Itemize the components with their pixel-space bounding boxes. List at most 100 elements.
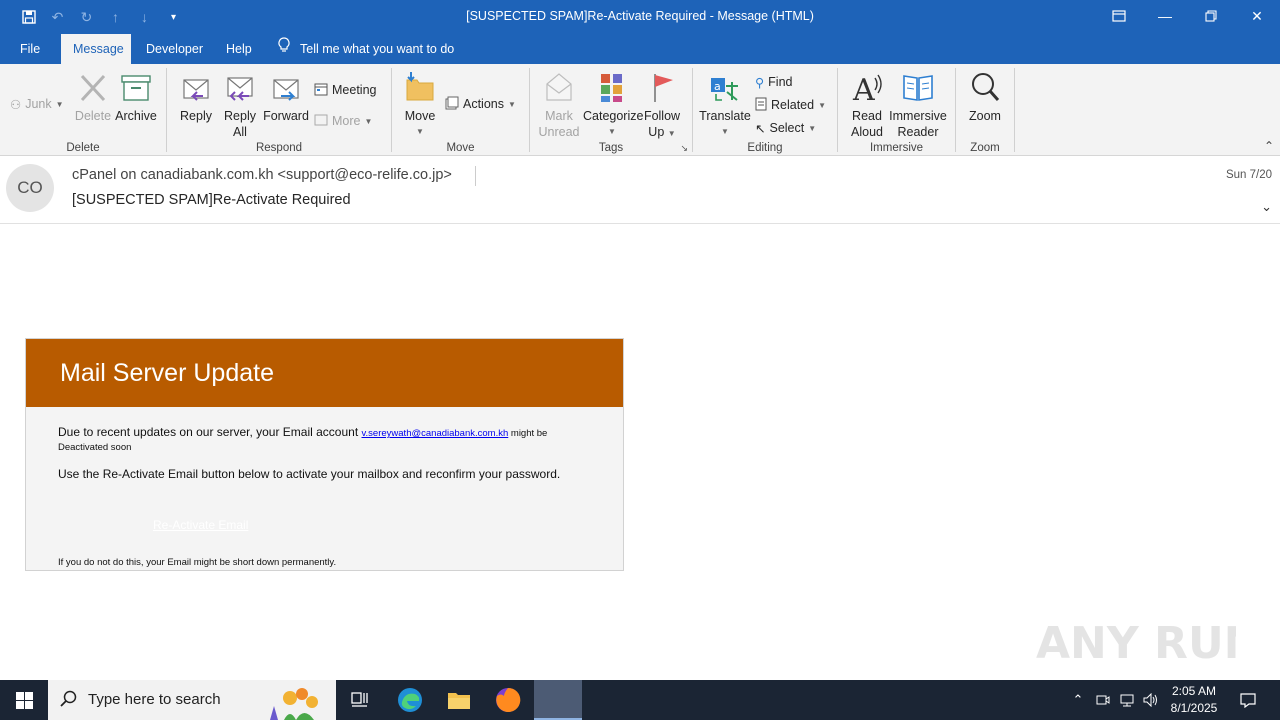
mail-heading: Mail Server Update — [26, 339, 623, 407]
mark-unread-button[interactable]: Mark Unread — [536, 70, 582, 140]
chevron-down-icon[interactable]: ⌄ — [1261, 199, 1272, 215]
lightbulb-icon — [278, 34, 290, 64]
select-label: Select — [769, 121, 805, 135]
close-icon[interactable]: ✕ — [1234, 0, 1280, 32]
move-button[interactable]: Move ▼ — [402, 70, 438, 140]
junk-button[interactable]: ⚇ Junk ▼ — [10, 94, 64, 114]
flag-icon — [645, 70, 679, 106]
taskbar-search-box[interactable]: Type here to search — [48, 680, 336, 720]
system-clock[interactable]: 2:05 AM 8/1/2025 — [1164, 683, 1224, 717]
forward-label: Forward — [263, 109, 309, 123]
delete-button[interactable]: Delete — [74, 70, 112, 124]
delete-group: ⚇ Junk ▼ Delete Archive Delete — [0, 68, 166, 156]
read-aloud-button[interactable]: A Read Aloud — [846, 70, 888, 140]
message-subject: [SUSPECTED SPAM]Re-Activate Required — [72, 192, 351, 208]
body-paragraph: If you do not do this, your Email might … — [58, 557, 337, 568]
svg-text:a: a — [714, 80, 721, 93]
translate-button[interactable]: a Translate ▼ — [699, 70, 751, 140]
show-hidden-icons-icon[interactable]: ⌃ — [1068, 680, 1088, 720]
chevron-down-icon: ▼ — [721, 127, 729, 136]
minimize-icon[interactable]: — — [1142, 0, 1188, 32]
more-button[interactable]: More ▼ — [314, 111, 372, 131]
collapse-ribbon-icon[interactable]: ⌃ — [1264, 139, 1274, 153]
chevron-down-icon: ▼ — [55, 99, 64, 109]
archive-label: Archive — [115, 109, 157, 123]
magnifier-icon — [968, 70, 1002, 106]
clock-time: 2:05 AM — [1171, 684, 1217, 698]
reply-all-icon — [223, 70, 257, 106]
message-body: Mail Server Update Due to recent updates… — [25, 338, 624, 571]
sender[interactable]: cPanel on canadiabank.com.kh <support@ec… — [72, 167, 452, 183]
tab-help[interactable]: Help — [214, 34, 264, 64]
tab-message[interactable]: Message — [61, 34, 131, 64]
immersive-reader-button[interactable]: Immersive Reader — [888, 70, 948, 140]
respond-group-label: Respond — [255, 142, 303, 154]
edge-browser-icon[interactable] — [386, 680, 434, 720]
move-folder-icon — [403, 70, 437, 106]
task-view-icon[interactable] — [336, 680, 384, 720]
ribbon: ⚇ Junk ▼ Delete Archive Delete Reply Rep… — [0, 64, 1280, 156]
reply-all-button[interactable]: Reply All — [221, 70, 259, 140]
windows-start-icon[interactable] — [0, 680, 48, 720]
meeting-label: Meeting — [332, 83, 377, 97]
file-explorer-icon[interactable] — [435, 680, 483, 720]
meet-now-icon[interactable] — [1092, 680, 1114, 720]
respond-group: Reply Reply All Forward Meeting More ▼ R… — [167, 68, 391, 156]
title-bar: ↶ ↻ ↑ ↓ ▾ [SUSPECTED SPAM]Re-Activate Re… — [0, 0, 1280, 34]
search-placeholder: Type here to search — [88, 691, 221, 708]
categorize-label: Categorize — [583, 109, 644, 123]
chevron-down-icon: ▼ — [808, 123, 817, 133]
select-button[interactable]: ↖ Select ▼ — [755, 118, 816, 138]
actions-button[interactable]: Actions ▼ — [445, 94, 516, 114]
related-button[interactable]: Related ▼ — [755, 95, 826, 115]
avatar[interactable]: CO — [6, 164, 54, 212]
meeting-icon — [314, 82, 328, 99]
more-label: More — [332, 114, 361, 128]
tags-dialog-launcher-icon[interactable]: ↘ — [680, 143, 688, 154]
categorize-button[interactable]: Categorize ▼ — [583, 70, 644, 140]
chevron-down-icon: ▼ — [667, 129, 676, 138]
forward-icon — [269, 70, 303, 106]
forward-button[interactable]: Forward — [263, 70, 309, 124]
find-label: Find — [768, 75, 793, 89]
tab-file[interactable]: File — [8, 34, 52, 64]
archive-button[interactable]: Archive — [114, 70, 158, 124]
reply-label: Reply — [180, 109, 212, 123]
firefox-icon[interactable] — [484, 680, 532, 720]
chevron-down-icon: ▼ — [364, 116, 373, 126]
window-title: [SUSPECTED SPAM]Re-Activate Required - M… — [466, 9, 814, 23]
zoom-group: Zoom Zoom — [956, 68, 1014, 156]
restore-icon[interactable] — [1188, 0, 1234, 32]
reply-button[interactable]: Reply — [177, 70, 215, 124]
tell-me-search[interactable]: Tell me what you want to do — [278, 34, 454, 64]
notifications-icon[interactable] — [1234, 680, 1262, 720]
follow-up-button[interactable]: Follow Up ▼ — [642, 70, 682, 142]
tab-developer[interactable]: Developer — [134, 34, 215, 64]
cursor-icon: ↖ — [755, 121, 766, 136]
ribbon-display-options-icon[interactable] — [1096, 0, 1142, 32]
chevron-down-icon: ▼ — [508, 99, 516, 109]
search-icon — [60, 690, 78, 712]
taskbar: Type here to search ⌃ 2:05 AM 8/1/2025 — [0, 680, 1280, 720]
anyrun-watermark: ANY RUN — [1036, 606, 1261, 676]
outlook-taskbar-button[interactable] — [534, 680, 582, 720]
body-paragraph: Due to recent updates on our server, you… — [58, 426, 588, 454]
message-date: Sun 7/20 — [1225, 169, 1272, 181]
translate-label: Translate — [699, 109, 751, 123]
reactivate-email-link[interactable]: Re-Activate Email — [153, 518, 248, 532]
zoom-label: Zoom — [969, 109, 1001, 123]
categorize-icon — [595, 70, 629, 106]
email-link[interactable]: v.sereywath@canadiabank.com.kh — [362, 428, 509, 439]
find-button[interactable]: ⚲ Find — [755, 72, 792, 92]
zoom-group-label: Zoom — [970, 142, 1000, 154]
meeting-button[interactable]: Meeting — [314, 80, 376, 100]
reply-icon — [179, 70, 213, 106]
chevron-down-icon: ▼ — [416, 127, 424, 136]
divider — [475, 166, 476, 186]
body-paragraph: Use the Re-Activate Email button below t… — [58, 467, 561, 481]
tags-group-label: Tags — [598, 142, 624, 154]
zoom-button[interactable]: Zoom — [964, 70, 1006, 124]
immersive-reader-label-line1: Immersive — [889, 109, 947, 123]
volume-icon[interactable] — [1140, 680, 1162, 720]
network-icon[interactable] — [1116, 680, 1138, 720]
